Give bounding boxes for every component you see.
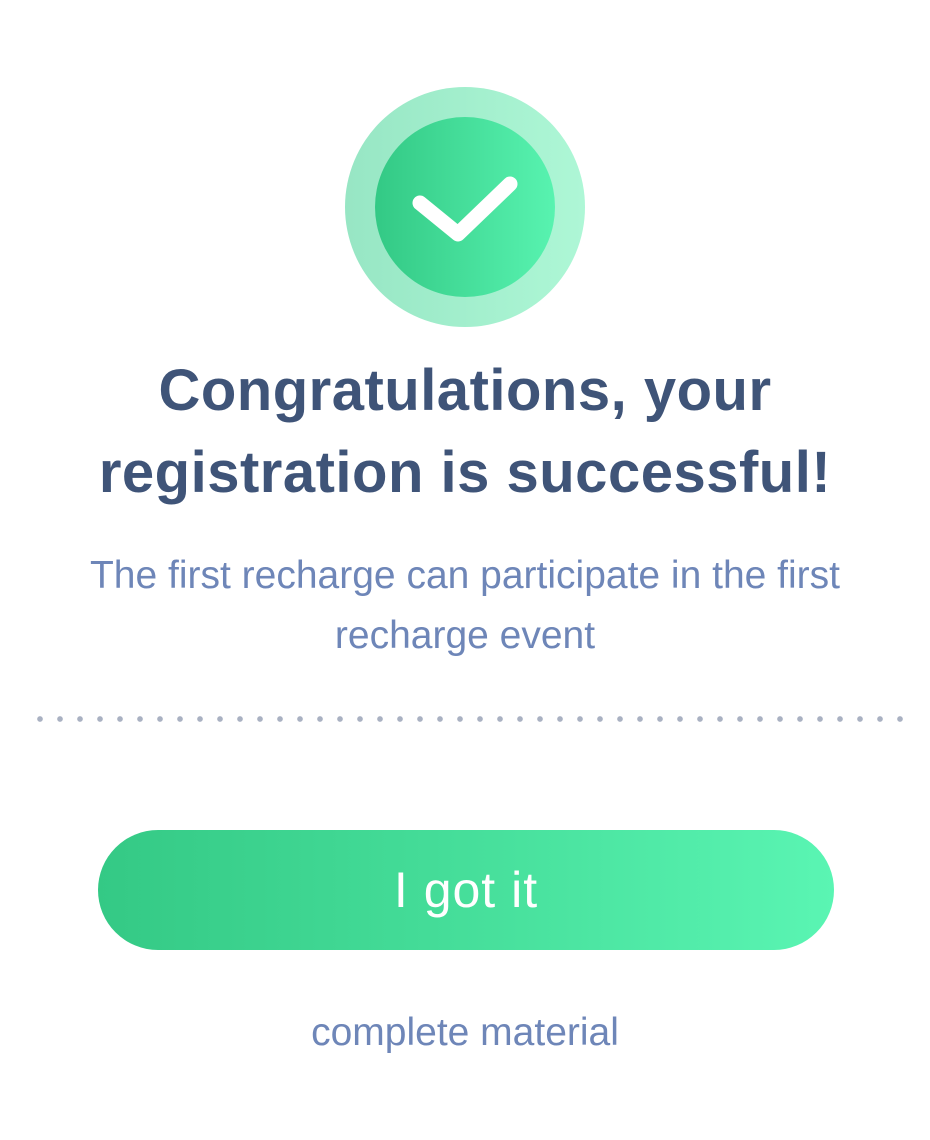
got-it-button[interactable]: I got it (98, 830, 834, 950)
subtitle-text: The first recharge can participate in th… (89, 554, 840, 657)
complete-material-link[interactable]: complete material (180, 1005, 750, 1061)
page-title: Congratulations, your registration is su… (98, 358, 832, 505)
check-circle-icon (345, 87, 585, 327)
registration-success-dialog: Congratulations, your registration is su… (0, 0, 930, 1140)
dotted-divider (30, 716, 906, 722)
